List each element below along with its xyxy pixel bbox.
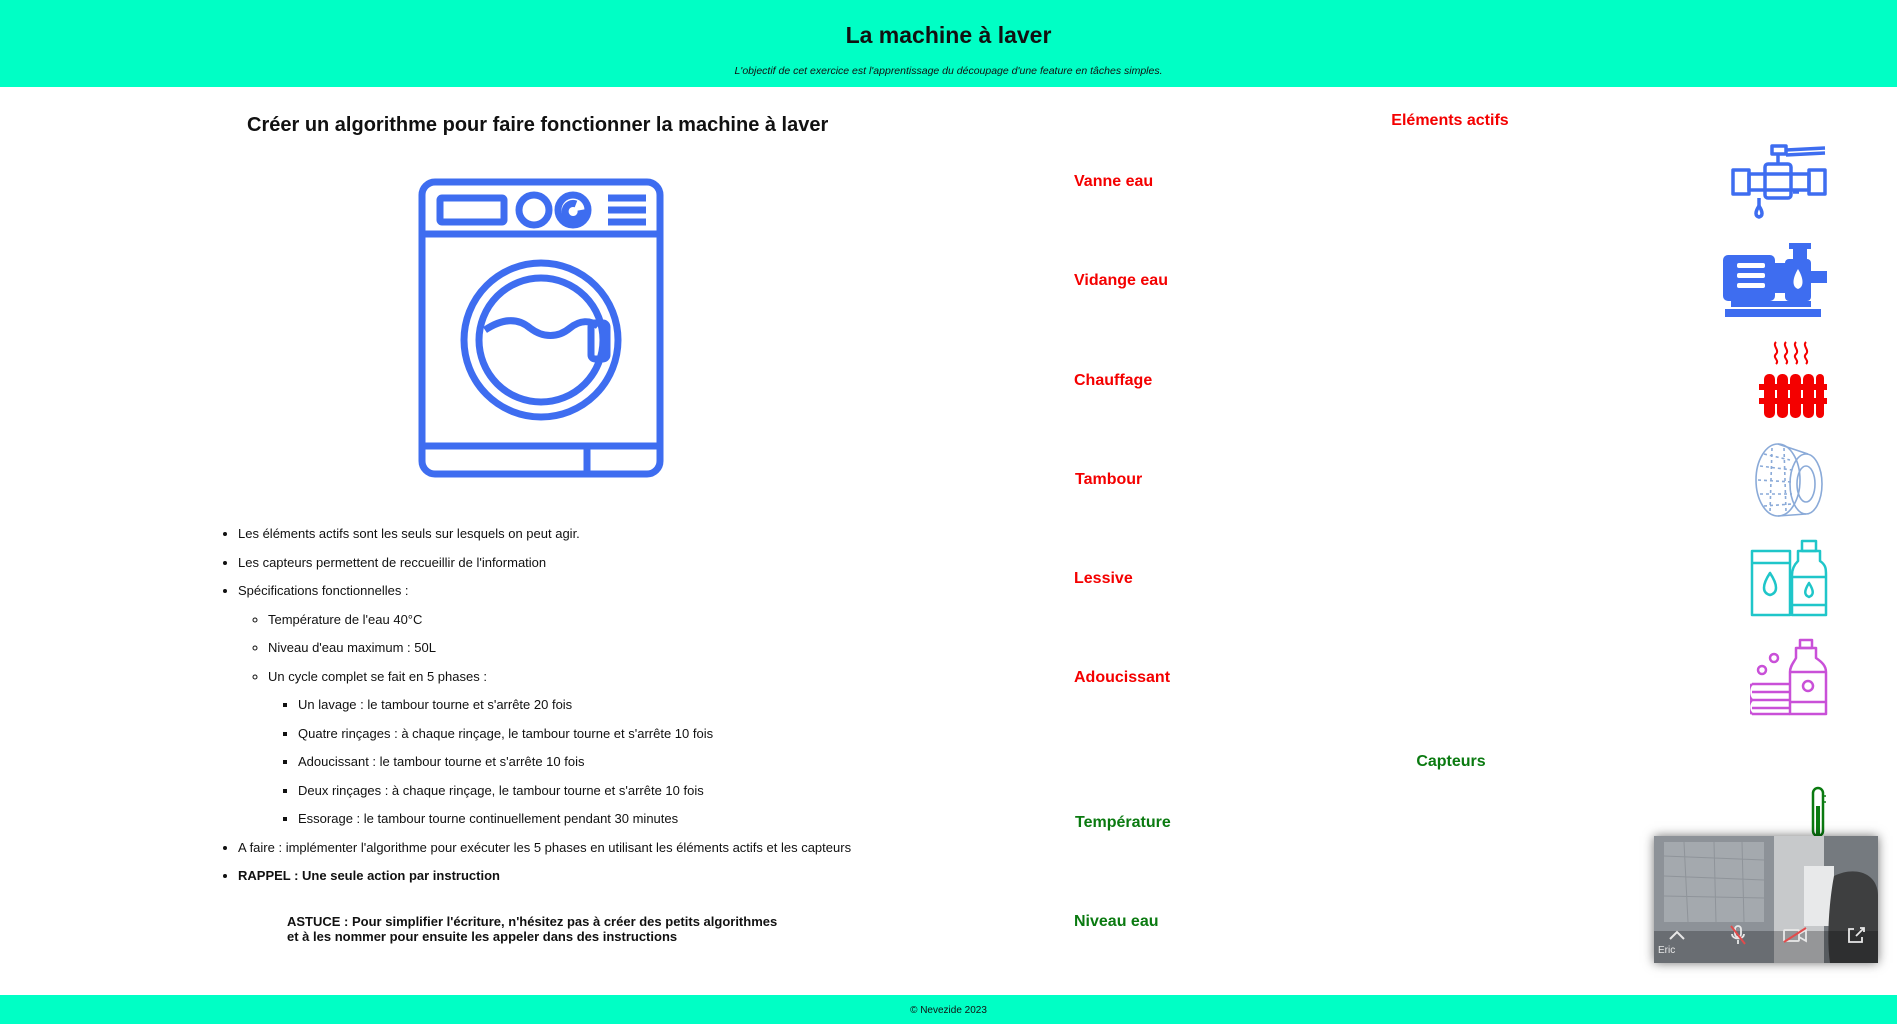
- camera-off-icon[interactable]: [1782, 926, 1808, 944]
- phase-item: Adoucissant : le tambour tourne et s'arr…: [298, 754, 916, 783]
- list-item: RAPPEL : Une seule action par instructio…: [238, 868, 916, 884]
- water-valve-icon: [1731, 144, 1827, 219]
- exercise-title: Créer un algorithme pour faire fonctionn…: [247, 114, 829, 136]
- active-element-label-valve: Vanne eau: [1074, 173, 1154, 190]
- phase-item: Quatre rinçages : à chaque rinçage, le t…: [298, 726, 916, 755]
- video-call-window[interactable]: Eric: [1654, 836, 1878, 963]
- active-element-label-heating: Chauffage: [1074, 372, 1153, 389]
- list-item-text: Un cycle complet se fait en 5 phases :: [268, 668, 487, 684]
- phase-item: Essorage : le tambour tourne continuelle…: [298, 811, 916, 827]
- list-item-text: Spécifications fonctionnelles :: [238, 583, 409, 598]
- participant-name: Eric: [1658, 945, 1676, 956]
- active-element-label-softener: Adoucissant: [1074, 669, 1171, 686]
- sensor-label-temperature: Température: [1075, 814, 1171, 831]
- active-element-label-drain: Vidange eau: [1074, 272, 1168, 289]
- list-item: Spécifications fonctionnelles : Températ…: [238, 583, 916, 840]
- active-element-label-detergent: Lessive: [1074, 570, 1133, 587]
- drum-icon: [1755, 443, 1823, 517]
- popout-icon[interactable]: [1846, 925, 1866, 945]
- page-title: La machine à laver: [845, 22, 1052, 48]
- list-item: Les éléments actifs sont les seuls sur l…: [238, 526, 916, 555]
- list-item: A faire : implémenter l'algorithme pour …: [238, 840, 916, 869]
- radiator-icon: [1759, 341, 1827, 418]
- page-header: La machine à laver L'objectif de cet exe…: [0, 0, 1897, 87]
- chevron-up-icon[interactable]: [1668, 928, 1686, 942]
- list-item: Un cycle complet se fait en 5 phases : U…: [268, 669, 916, 828]
- tip-box: ASTUCE : Pour simplifier l'écriture, n'h…: [287, 914, 777, 944]
- active-elements-heading: Eléments actifs: [1391, 112, 1509, 129]
- page-footer: © Nevezide 2023: [0, 995, 1897, 1024]
- softener-icon: [1750, 638, 1828, 716]
- tip-line: et à les nommer pour ensuite les appeler…: [287, 929, 678, 944]
- water-pump-icon: [1723, 243, 1827, 317]
- video-feed: [1654, 836, 1878, 963]
- sensors-heading: Capteurs: [1416, 753, 1486, 770]
- tip-line: ASTUCE : Pour simplifier l'écriture, n'h…: [287, 914, 778, 929]
- mic-muted-icon[interactable]: [1729, 924, 1747, 946]
- phase-item: Un lavage : le tambour tourne et s'arrêt…: [298, 697, 916, 726]
- washing-machine-icon: [418, 178, 664, 478]
- phase-item: Deux rinçages : à chaque rinçage, le tam…: [298, 783, 916, 812]
- list-item: Les capteurs permettent de reccueillir d…: [238, 555, 916, 584]
- thermometer-icon: [1811, 786, 1826, 836]
- sensor-label-water-level: Niveau eau: [1074, 913, 1159, 930]
- copyright-text: © Nevezide 2023: [910, 1005, 987, 1016]
- active-element-label-drum: Tambour: [1075, 471, 1143, 488]
- detergent-icon: [1750, 539, 1828, 617]
- instructions-list: Les éléments actifs sont les seuls sur l…: [216, 526, 916, 884]
- list-item: Niveau d'eau maximum : 50L: [268, 640, 916, 669]
- page-subtitle: L'objectif de cet exercice est l'apprent…: [734, 65, 1163, 77]
- list-item: Température de l'eau 40°C: [268, 612, 916, 641]
